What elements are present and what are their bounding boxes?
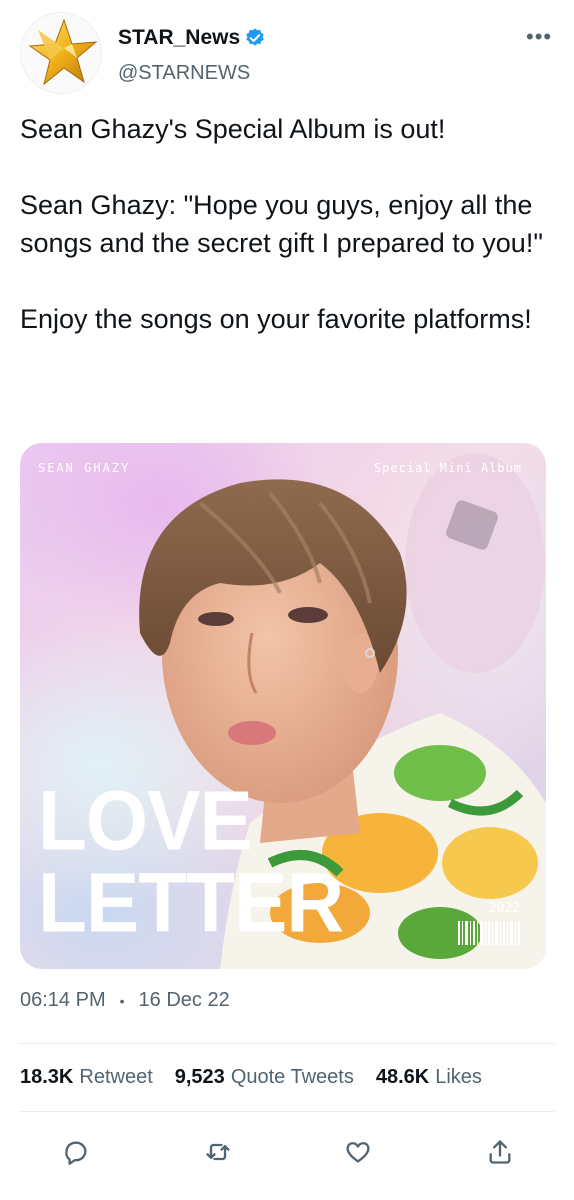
engagement-stats: 18.3K Retweet 9,523 Quote Tweets 48.6K L…	[20, 1066, 504, 1089]
reply-icon	[65, 1141, 87, 1165]
share-icon	[489, 1140, 511, 1164]
album-artist-label: SEAN GHAZY	[38, 461, 131, 475]
divider	[20, 1111, 554, 1112]
retweet-icon	[206, 1143, 230, 1161]
like-button[interactable]	[336, 1130, 380, 1174]
quote-tweets-count-value: 9,523	[174, 1066, 225, 1088]
separator-dot: •	[119, 992, 125, 1009]
tweet-paragraph: Sean Ghazy's Special Album is out!	[20, 114, 446, 144]
barcode-icon	[458, 921, 520, 945]
tweet-date: 16 Dec 22	[138, 989, 230, 1011]
retweet-count-label: Retweet	[79, 1066, 153, 1088]
tweet-timestamp[interactable]: 06:14 PM • 16 Dec 22	[20, 989, 230, 1012]
quote-tweets-count-label: Quote Tweets	[230, 1066, 354, 1088]
album-title-line-2: LETTER	[38, 855, 344, 950]
likes-count-label: Likes	[435, 1066, 482, 1088]
tweet-header: STAR_News @STARNEWS •••	[0, 0, 574, 100]
retweet-count[interactable]: 18.3K Retweet	[20, 1066, 153, 1089]
display-name[interactable]: STAR_News	[118, 26, 240, 50]
album-year-label: 2022	[488, 901, 520, 916]
likes-count-value: 48.6K	[375, 1066, 430, 1088]
tweet-actions-bar	[0, 1130, 574, 1174]
heart-icon	[346, 1142, 370, 1163]
retweet-count-value: 18.3K	[20, 1066, 74, 1088]
tweet-paragraph: Sean Ghazy: "Hope you guys, enjoy all th…	[20, 190, 543, 258]
tweet-paragraph: Enjoy the songs on your favorite platfor…	[20, 304, 532, 334]
album-title-line-1: LOVE	[38, 773, 253, 868]
album-type-label: Special Mini Album	[373, 461, 522, 475]
retweet-button[interactable]	[196, 1130, 240, 1174]
verified-badge-icon	[246, 28, 264, 46]
tweet-time: 06:14 PM	[20, 989, 106, 1011]
divider	[20, 1043, 554, 1044]
likes-count[interactable]: 48.6K Likes	[376, 1066, 482, 1089]
tweet-text: Sean Ghazy's Special Album is out! Sean …	[20, 110, 560, 338]
tweet-media-image[interactable]: SEAN GHAZY Special Mini Album LOVE LETTE…	[20, 443, 546, 969]
avatar[interactable]	[20, 12, 102, 94]
share-button[interactable]	[478, 1130, 522, 1174]
gold-star-logo-icon	[28, 18, 98, 86]
more-options-icon[interactable]: •••	[526, 26, 552, 48]
reply-button[interactable]	[54, 1130, 98, 1174]
handle[interactable]: @STARNEWS	[118, 62, 250, 85]
quote-tweets-count[interactable]: 9,523 Quote Tweets	[175, 1066, 354, 1089]
